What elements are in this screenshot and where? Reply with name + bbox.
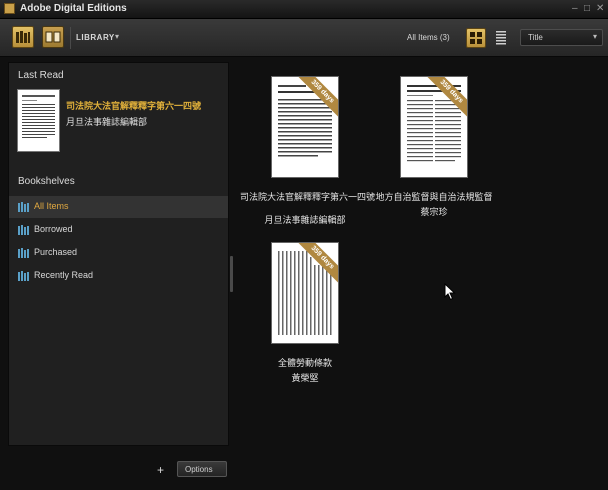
list-view-button[interactable] [492, 28, 512, 48]
bookshelf-icon [18, 271, 29, 281]
chevron-down-icon[interactable]: ▾ [115, 32, 119, 41]
list-view-icon [496, 31, 506, 45]
maximize-button[interactable]: □ [584, 3, 590, 15]
shelf-label: Borrowed [34, 224, 73, 234]
sort-dropdown[interactable]: Title ▾ [520, 29, 603, 46]
last-read-author: 月旦法事雜誌編輯部 [66, 117, 148, 127]
shelf-borrowed[interactable]: Borrowed [9, 219, 228, 241]
book-cover[interactable]: 359 days [271, 76, 339, 178]
options-label: Options [185, 465, 213, 474]
shelf-label: Purchased [34, 247, 78, 257]
library-view-button[interactable] [12, 26, 34, 48]
toolbar: LIBRARY ▾ All Items (3) Title ▾ [0, 19, 608, 57]
item-count-label: All Items (3) [407, 33, 450, 42]
shelf-purchased[interactable]: Purchased [9, 242, 228, 264]
close-button[interactable]: ✕ [596, 3, 604, 15]
book-cover[interactable]: 359 days [400, 76, 468, 178]
book-title[interactable]: 地方自治監督與自治法規監督 [369, 190, 499, 203]
bookshelves-heading: Bookshelves [18, 176, 75, 187]
document-page-icon [22, 95, 55, 138]
book-author: 蔡宗珍 [420, 207, 448, 217]
last-read-heading: Last Read [18, 70, 64, 81]
reading-view-button[interactable] [42, 26, 64, 48]
book-title[interactable]: 司法院大法官解釋釋字第六一四號 [240, 190, 375, 203]
book-author: 月旦法事雜誌編輯部 [264, 215, 346, 225]
library-menu[interactable]: LIBRARY [76, 33, 115, 42]
toolbar-divider [70, 27, 71, 49]
bookshelf-icon [18, 248, 29, 258]
last-read-title[interactable]: 司法院大法官解釋釋字第六一四號 [66, 99, 201, 112]
bookshelf-icon [18, 202, 29, 212]
bookshelf-icon [18, 225, 29, 235]
book-author: 黃榮堅 [291, 373, 319, 383]
book-title[interactable]: 全體勞動條款 [240, 356, 370, 369]
options-button[interactable]: Options [177, 461, 227, 477]
sidebar: Last Read 司法院大法官解釋釋字第六一四號 月旦法事雜誌編輯部 Book… [8, 62, 229, 446]
last-read-thumbnail[interactable] [17, 89, 60, 152]
sort-selected-value: Title [528, 33, 543, 42]
book-grid: 359 days 司法院大法官解釋釋字第六一四號 月旦法事雜誌編輯部 359 d… [238, 62, 604, 486]
reading-view-icon [45, 31, 61, 43]
shelf-recently-read[interactable]: Recently Read [9, 265, 228, 287]
app-title: Adobe Digital Editions [20, 3, 127, 14]
book-cover[interactable]: 359 days [271, 242, 339, 344]
shelf-label: Recently Read [34, 270, 94, 280]
adobe-de-icon [4, 3, 15, 14]
chevron-down-icon: ▾ [592, 32, 597, 41]
add-bookshelf-button[interactable]: + [157, 463, 164, 477]
panel-splitter-handle[interactable] [230, 256, 233, 292]
grid-view-icon [470, 32, 482, 44]
grid-view-button[interactable] [466, 28, 486, 48]
shelf-all-items[interactable]: All Items [9, 196, 228, 218]
shelf-label: All Items [34, 201, 69, 211]
minimize-button[interactable]: – [572, 3, 578, 15]
title-bar: Adobe Digital Editions – □ ✕ [0, 0, 608, 19]
library-view-icon [16, 31, 30, 43]
